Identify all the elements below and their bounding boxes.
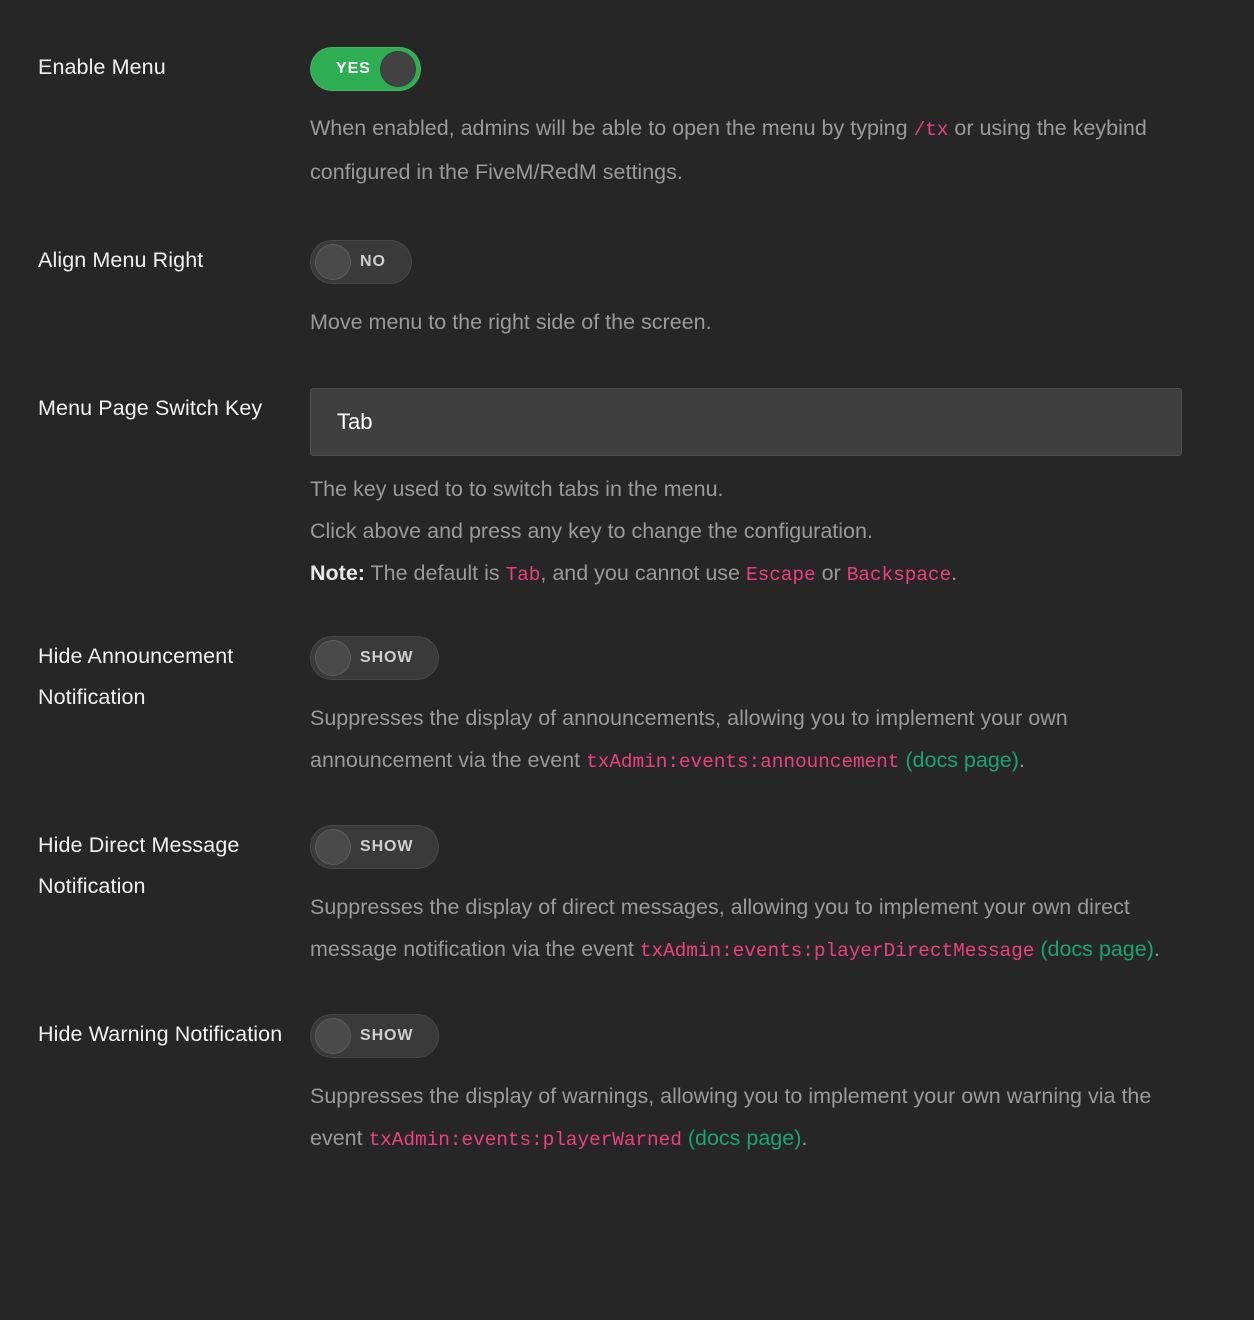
toggle-enable-menu[interactable]: YES [310,47,421,91]
toggle-knob [379,51,416,87]
inline-code-backspace-key: Backspace [846,564,952,586]
setting-label-enable-menu: Enable Menu [38,55,166,79]
docs-paren-open: ( [905,748,913,772]
note-text: The default is [364,561,506,585]
inline-code-escape-key: Escape [745,564,816,586]
docs-page-link[interactable]: docs page [1047,937,1146,961]
docs-paren-close: ) [1146,937,1154,961]
inline-code-tab-key: Tab [505,564,541,586]
setting-row-hide-announcement-notification: Hide Announcement Notification SHOW Supp… [0,596,1254,783]
setting-control-enable-menu: YES When enabled, admins will be able to… [310,47,1254,193]
description-text: . [801,1126,808,1150]
description-note-line: Note: The default is Tab, and you cannot… [310,552,1188,596]
toggle-knob [315,829,351,865]
docs-page-link[interactable]: docs page [913,748,1012,772]
toggle-state-label: SHOW [360,1027,414,1044]
setting-control-hide-direct-message-notification: SHOW Suppresses the display of direct me… [310,825,1254,972]
inline-code-event-announcement: txAdmin:events:announcement [586,751,900,773]
setting-control-menu-page-switch-key: The key used to to switch tabs in the me… [310,388,1254,596]
setting-description-menu-page-switch-key: The key used to to switch tabs in the me… [310,468,1188,596]
setting-description-hide-announcement-notification: Suppresses the display of announcements,… [310,697,1188,783]
description-text: . [1153,937,1160,961]
inline-code-tx-command: /tx [913,119,949,141]
toggle-knob [315,244,351,280]
toggle-state-label: SHOW [360,649,414,666]
settings-panel: Enable Menu YES When enabled, admins wil… [0,0,1254,1320]
toggle-align-menu-right[interactable]: NO [310,240,412,284]
menu-page-switch-key-input[interactable] [310,388,1182,456]
note-label: Note: [310,561,365,585]
setting-label-align-menu-right: Align Menu Right [38,248,204,272]
docs-paren-close: ) [1011,748,1019,772]
docs-paren-open: ( [687,1126,695,1150]
toggle-knob [315,1018,351,1054]
setting-row-hide-direct-message-notification: Hide Direct Message Notification SHOW Su… [0,783,1254,972]
inline-code-event-player-warned: txAdmin:events:playerWarned [368,1129,682,1151]
setting-description-hide-direct-message-notification: Suppresses the display of direct message… [310,886,1188,972]
docs-page-link[interactable]: docs page [695,1126,794,1150]
note-text: . [951,561,958,585]
toggle-hide-announcement-notification[interactable]: SHOW [310,636,440,680]
setting-label-hide-warning-notification: Hide Warning Notification [38,1022,283,1046]
setting-row-enable-menu: Enable Menu YES When enabled, admins wil… [0,0,1254,193]
setting-row-align-menu-right: Align Menu Right NO Move menu to the rig… [0,193,1254,343]
toggle-knob [315,640,351,676]
description-line-1: The key used to to switch tabs in the me… [310,477,724,501]
setting-row-menu-page-switch-key: Menu Page Switch Key The key used to to … [0,343,1254,596]
setting-row-hide-warning-notification: Hide Warning Notification SHOW Suppresse… [0,972,1254,1161]
setting-label-hide-announcement-notification: Hide Announcement Notification [38,644,234,709]
description-text: When enabled, admins will be able to ope… [310,116,914,140]
toggle-hide-direct-message-notification[interactable]: SHOW [310,825,440,869]
toggle-hide-warning-notification[interactable]: SHOW [310,1014,440,1058]
toggle-state-label: NO [360,253,386,270]
setting-label-hide-direct-message-notification: Hide Direct Message Notification [38,833,240,898]
setting-description-enable-menu: When enabled, admins will be able to ope… [310,107,1188,193]
setting-control-hide-announcement-notification: SHOW Suppresses the display of announcem… [310,636,1254,783]
setting-description-hide-warning-notification: Suppresses the display of warnings, allo… [310,1075,1188,1161]
note-text: or [815,561,847,585]
toggle-state-label: YES [336,60,371,77]
description-text: . [1018,748,1025,772]
setting-description-align-menu-right: Move menu to the right side of the scree… [310,310,712,334]
inline-code-event-player-direct-message: txAdmin:events:playerDirectMessage [639,940,1035,962]
note-text: , and you cannot use [540,561,746,585]
description-line-2: Click above and press any key to change … [310,519,873,543]
setting-control-hide-warning-notification: SHOW Suppresses the display of warnings,… [310,1014,1254,1161]
setting-label-menu-page-switch-key: Menu Page Switch Key [38,396,263,420]
setting-control-align-menu-right: NO Move menu to the right side of the sc… [310,240,1254,343]
toggle-state-label: SHOW [360,838,414,855]
